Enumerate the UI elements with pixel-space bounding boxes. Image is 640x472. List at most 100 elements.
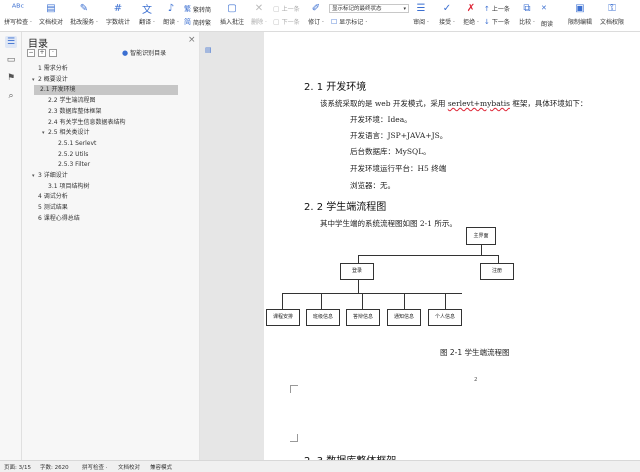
settings-icon[interactable]: ·	[49, 49, 57, 57]
toc-item[interactable]: ▾ 3 详细设计	[22, 171, 200, 181]
accept-button[interactable]: ✓ 接受 ·	[436, 2, 458, 30]
trad-to-simp-button[interactable]: 繁繁转简	[184, 4, 211, 14]
env-line: 开发环境运行平台：H5 终端	[350, 164, 447, 173]
translate-icon: 文	[142, 5, 152, 16]
pages-icon[interactable]: ▭	[5, 54, 17, 66]
word-count-indicator[interactable]: 字数: 2620	[40, 463, 69, 471]
read-aloud-icon: ♪	[167, 3, 175, 14]
page-indicator[interactable]: 页面: 3/15	[4, 463, 31, 471]
env-line: 开发语言：JSP+JAVA+JS。	[350, 131, 448, 140]
read-aloud-button[interactable]: ♪ 朗读 ·	[160, 2, 182, 30]
toc-icon[interactable]: ☰	[5, 36, 17, 48]
document-page[interactable]: 2. 1 开发环境 该系统采取的是 web 开发模式，采用 serlevt+my…	[264, 32, 640, 426]
prev-change-button[interactable]: ↑ 上一条	[484, 4, 510, 14]
margin-corner-mark	[290, 434, 298, 442]
toc-item[interactable]: 3.1 项目结构树	[22, 182, 200, 192]
word-count-button[interactable]: # 字数统计	[104, 2, 132, 30]
smart-icon: ●	[122, 48, 129, 57]
proofread-status[interactable]: 文档校对	[118, 463, 140, 471]
paragraph-mark-icon[interactable]: ▤	[205, 46, 212, 54]
track-changes-button[interactable]: ✐ 修订 ·	[305, 2, 327, 30]
toc-item[interactable]: 5 测试结果	[22, 203, 200, 213]
toc-item[interactable]: 2.5.1 Serlevt	[22, 139, 200, 149]
toc-item[interactable]: 2.1 开发环境	[34, 85, 178, 96]
read-aloud-small-button[interactable]: 朗读	[541, 19, 553, 28]
next-comment-button[interactable]: ▢ 下一条	[273, 17, 300, 27]
next-change-button[interactable]: ↓ 下一条	[484, 17, 510, 27]
reject-button[interactable]: ✗ 拒绝 ·	[460, 2, 482, 30]
restrict-edit-button[interactable]: ▣ 限制编辑	[566, 2, 594, 30]
page-number: 2	[474, 377, 478, 383]
insert-comment-button[interactable]: ▢ 插入批注	[218, 2, 246, 30]
arrow-up-icon: ↑	[484, 4, 490, 13]
toc-tools: − + ·	[27, 49, 57, 57]
toc-item-label: 4 调试分析	[38, 193, 68, 201]
proofread-button[interactable]: ▤ 文档校对	[37, 2, 65, 30]
toc-item-label: 6 课程心得总结	[38, 214, 80, 222]
env-line: 后台数据库：MySQL。	[350, 147, 431, 156]
connector	[358, 280, 359, 293]
toc-item[interactable]: 2.5.3 Filter	[22, 160, 200, 170]
spellcheck-status[interactable]: 拼写检查 ·	[82, 463, 108, 471]
trad-simp-icon: 繁	[184, 5, 191, 13]
toc-item[interactable]: 2.5.2 Utils	[22, 150, 200, 160]
flow-node-leaf: 个人信息	[428, 309, 462, 326]
toc-item-label: 2.5.1 Serlevt	[58, 139, 97, 147]
smart-toc-button[interactable]: ● 智能识别目录	[122, 48, 166, 58]
document-page[interactable]: 2. 3 数据库整体框架	[264, 394, 640, 460]
word-count-icon: #	[113, 3, 123, 14]
connector	[404, 293, 405, 309]
delete-comment-icon: ✕	[254, 3, 264, 14]
toc-item[interactable]: ▾ 2.5 相关类设计	[22, 128, 200, 138]
collapse-all-icon[interactable]: −	[27, 49, 35, 57]
translate-button[interactable]: 文 翻译 ·	[136, 2, 158, 30]
markup-display-select[interactable]: 显示标记的最终状态 ▾	[329, 4, 409, 13]
toc-item[interactable]: ▾ 2 概要设计	[22, 75, 200, 85]
insert-comment-icon: ▢	[227, 3, 237, 14]
flow-node-leaf: 班级信息	[306, 309, 340, 326]
connector	[321, 293, 322, 309]
toc-item[interactable]: 2.2 学生端流程图	[22, 96, 200, 106]
toc-item-label: 2.5.3 Filter	[58, 161, 91, 169]
search-icon[interactable]: ⌕	[5, 90, 17, 102]
proofread-icon: ▤	[46, 3, 56, 14]
connector	[498, 255, 499, 263]
spellcheck-button[interactable]: ᴬᴮᶜ 拼写检查 ·	[3, 2, 33, 30]
prev-comment-button[interactable]: ▢ 上一条	[273, 4, 300, 14]
correction-service-button[interactable]: ✎ 批改服务 ·	[68, 2, 100, 30]
doc-permission-button[interactable]: ⚿ 文档权限	[598, 2, 626, 30]
status-bar: 页面: 3/15 字数: 2620 拼写检查 · 文档校对 兼容模式	[0, 460, 640, 472]
toc-item-label: 3 详细设计	[38, 172, 68, 179]
expand-all-icon[interactable]: +	[38, 49, 46, 57]
heading-dev-env: 2. 1 开发环境	[304, 82, 367, 93]
simp-to-trad-button[interactable]: 简简转繁	[184, 17, 211, 27]
arrow-down-icon: ↓	[484, 17, 490, 26]
spellcheck-icon: ᴬᴮᶜ	[11, 3, 25, 14]
show-markup-button[interactable]: ☐ 显示标记 ·	[331, 17, 367, 27]
compare-button[interactable]: ⧉ 比较 ·	[516, 2, 538, 30]
toc-item-label: 2 概要设计	[38, 75, 68, 83]
connector	[362, 293, 363, 309]
compare-icon: ⧉	[523, 3, 531, 14]
toc-item-label: 2.1 开发环境	[40, 86, 76, 94]
delete-comment-button[interactable]: ✕ 删除 ·	[248, 2, 270, 30]
toc-item[interactable]: 1 需求分析	[22, 64, 200, 74]
cancel-button[interactable]: ✕	[541, 4, 547, 12]
flow-node-leaf: 通知信息	[387, 309, 421, 326]
document-area[interactable]: ▤ 2. 1 开发环境 该系统采取的是 web 开发模式，采用 serlevt+…	[200, 32, 640, 460]
toc-item-label: 3.1 项目结构树	[48, 182, 90, 190]
flow-node-leaf: 答辩信息	[346, 309, 380, 326]
toc-item[interactable]: 2.4 有关学生信息数据表结构	[22, 118, 200, 128]
review-button[interactable]: ☰ 审阅 ·	[410, 2, 432, 30]
connector	[358, 255, 498, 256]
connector	[358, 255, 359, 263]
bookmark-icon[interactable]: ⚑	[5, 72, 17, 84]
toc-item[interactable]: 2.3 数据库整体框架	[22, 107, 200, 117]
margin-corner-mark	[290, 385, 298, 393]
toc-item-label: 2.3 数据库整体框架	[48, 107, 102, 115]
toc-item[interactable]: 4 调试分析	[22, 192, 200, 202]
close-icon[interactable]: ×	[188, 35, 196, 45]
track-changes-icon: ✐	[311, 3, 321, 14]
toc-item[interactable]: 6 课程心得总结	[22, 214, 200, 224]
toc-item-label: 2.5.2 Utils	[58, 150, 89, 158]
